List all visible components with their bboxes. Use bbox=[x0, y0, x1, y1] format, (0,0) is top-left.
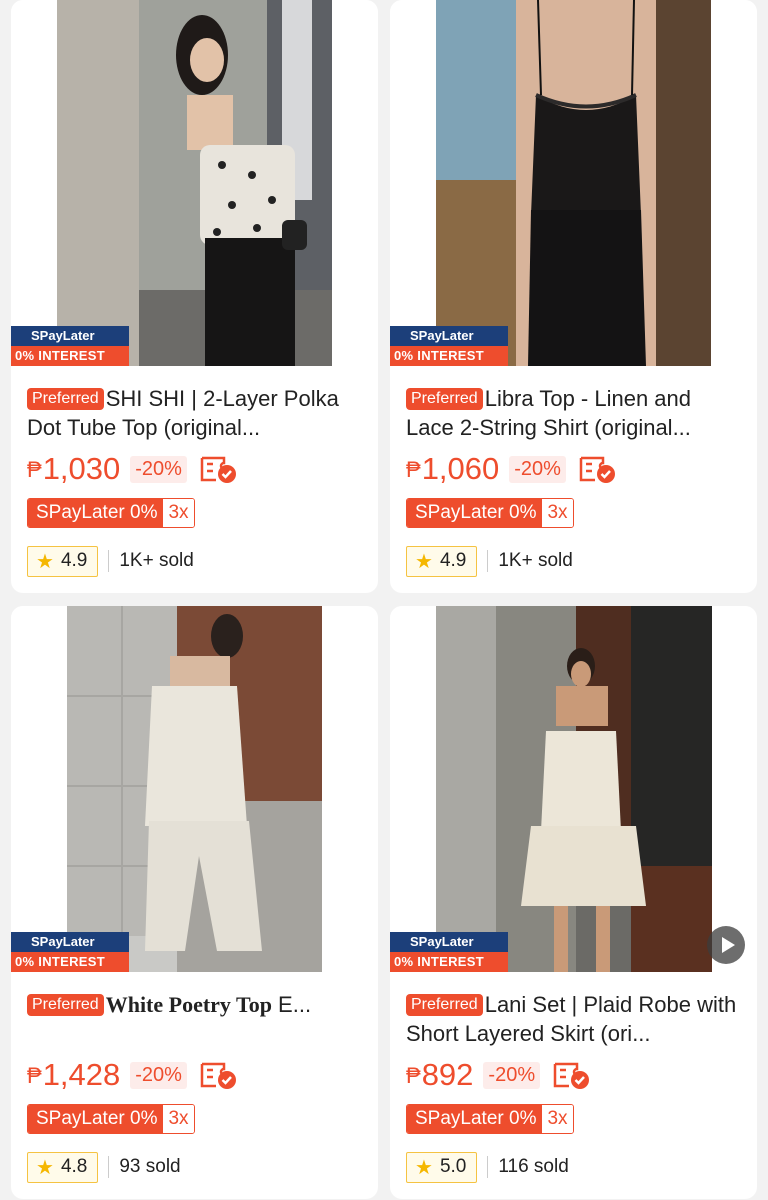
spaylater-badge: SPayLater 0% INTEREST bbox=[11, 326, 129, 366]
installment-count: 3x bbox=[163, 1105, 194, 1133]
discount-badge: -20% bbox=[483, 1061, 541, 1089]
sold-count: 1K+ sold bbox=[498, 550, 573, 571]
voucher-check-icon bbox=[578, 454, 618, 484]
rating-badge: ★ 5.0 bbox=[406, 1151, 478, 1183]
spaylater-badge: SPayLater 0% INTEREST bbox=[11, 932, 129, 972]
spaylater-installment-badge: SPayLater 0% 3x bbox=[27, 1104, 195, 1134]
star-icon: ★ bbox=[36, 1156, 54, 1179]
rating-value: 4.8 bbox=[60, 1156, 88, 1177]
spaylater-badge-label: SPayLater bbox=[390, 932, 508, 952]
product-image[interactable]: SPayLater 0% INTEREST bbox=[11, 0, 378, 366]
currency-symbol: ₱ bbox=[27, 1063, 42, 1088]
product-photo bbox=[436, 0, 711, 366]
spaylater-label: SPayLater 0% bbox=[28, 499, 164, 527]
rating-row: ★ 4.9 1K+ sold bbox=[406, 545, 573, 577]
sold-count: 116 sold bbox=[498, 1156, 569, 1177]
price: 1,030 bbox=[42, 451, 121, 486]
interest-badge-label: 0% INTEREST bbox=[11, 346, 129, 366]
spaylater-badge: SPayLater 0% INTEREST bbox=[390, 932, 508, 972]
sold-count: 1K+ sold bbox=[119, 550, 194, 571]
product-image[interactable]: SPayLater 0% INTEREST bbox=[390, 606, 757, 972]
divider bbox=[487, 550, 489, 572]
sold-count: 93 sold bbox=[119, 1156, 181, 1177]
product-title-serif: White Poetry Top bbox=[105, 992, 272, 1017]
price-row: ₱ 1,428 -20% bbox=[27, 1056, 239, 1094]
price: 1,428 bbox=[42, 1057, 121, 1092]
star-icon: ★ bbox=[36, 550, 54, 573]
rating-value: 5.0 bbox=[439, 1156, 467, 1177]
divider bbox=[108, 1156, 110, 1178]
price-row: ₱ 892 -20% bbox=[406, 1056, 592, 1094]
rating-row: ★ 4.8 93 sold bbox=[27, 1151, 181, 1183]
spaylater-badge: SPayLater 0% INTEREST bbox=[390, 326, 508, 366]
price-row: ₱ 1,030 -20% bbox=[27, 450, 239, 488]
product-title[interactable]: Preferred White Poetry Top E... bbox=[27, 990, 365, 1019]
spaylater-badge-label: SPayLater bbox=[390, 326, 508, 346]
product-card[interactable]: SPayLater 0% INTEREST Preferred Libra Top… bbox=[390, 0, 757, 593]
product-title-text: E... bbox=[271, 992, 312, 1017]
discount-badge: -20% bbox=[130, 1061, 187, 1089]
play-icon[interactable] bbox=[707, 926, 745, 964]
currency-symbol: ₱ bbox=[406, 1063, 421, 1088]
product-photo bbox=[67, 606, 322, 972]
spaylater-badge-label: SPayLater bbox=[11, 932, 129, 952]
preferred-tag: Preferred bbox=[27, 994, 104, 1016]
preferred-tag: Preferred bbox=[406, 388, 483, 410]
installment-count: 3x bbox=[542, 1105, 573, 1133]
spaylater-installment-badge: SPayLater 0% 3x bbox=[406, 1104, 574, 1134]
product-title[interactable]: Preferred Libra Top - Linen and Lace 2-St… bbox=[406, 384, 744, 442]
product-title[interactable]: Preferred SHI SHI | 2-Layer Polka Dot Tub… bbox=[27, 384, 365, 442]
product-photo bbox=[436, 606, 712, 972]
spaylater-badge-label: SPayLater bbox=[11, 326, 129, 346]
rating-row: ★ 5.0 116 sold bbox=[406, 1151, 569, 1183]
rating-value: 4.9 bbox=[60, 550, 88, 571]
rating-badge: ★ 4.9 bbox=[406, 545, 478, 577]
product-photo bbox=[57, 0, 332, 366]
installment-count: 3x bbox=[163, 499, 194, 527]
product-title[interactable]: Preferred Lani Set | Plaid Robe with Shor… bbox=[406, 990, 744, 1048]
divider bbox=[108, 550, 110, 572]
divider bbox=[487, 1156, 489, 1178]
voucher-check-icon bbox=[199, 454, 239, 484]
interest-badge-label: 0% INTEREST bbox=[11, 952, 129, 972]
spaylater-label: SPayLater 0% bbox=[407, 499, 543, 527]
product-card[interactable]: SPayLater 0% INTEREST Preferred Lani Set … bbox=[390, 606, 757, 1199]
spaylater-label: SPayLater 0% bbox=[407, 1105, 543, 1133]
rating-badge: ★ 4.8 bbox=[27, 1151, 99, 1183]
preferred-tag: Preferred bbox=[27, 388, 104, 410]
spaylater-label: SPayLater 0% bbox=[28, 1105, 164, 1133]
currency-symbol: ₱ bbox=[406, 457, 421, 482]
preferred-tag: Preferred bbox=[406, 994, 483, 1016]
product-image[interactable]: SPayLater 0% INTEREST bbox=[11, 606, 378, 972]
installment-count: 3x bbox=[542, 499, 573, 527]
interest-badge-label: 0% INTEREST bbox=[390, 346, 508, 366]
currency-symbol: ₱ bbox=[27, 457, 42, 482]
product-card[interactable]: SPayLater 0% INTEREST Preferred White Poe… bbox=[11, 606, 378, 1199]
star-icon: ★ bbox=[415, 550, 433, 573]
star-icon: ★ bbox=[415, 1156, 433, 1179]
voucher-check-icon bbox=[199, 1060, 239, 1090]
rating-value: 4.9 bbox=[439, 550, 467, 571]
price: 892 bbox=[421, 1057, 474, 1092]
interest-badge-label: 0% INTEREST bbox=[390, 952, 508, 972]
discount-badge: -20% bbox=[130, 455, 187, 483]
price: 1,060 bbox=[421, 451, 500, 486]
rating-badge: ★ 4.9 bbox=[27, 545, 99, 577]
price-row: ₱ 1,060 -20% bbox=[406, 450, 618, 488]
product-card[interactable]: SPayLater 0% INTEREST Preferred SHI SHI |… bbox=[11, 0, 378, 593]
discount-badge: -20% bbox=[509, 455, 566, 483]
product-image[interactable]: SPayLater 0% INTEREST bbox=[390, 0, 757, 366]
spaylater-installment-badge: SPayLater 0% 3x bbox=[27, 498, 195, 528]
spaylater-installment-badge: SPayLater 0% 3x bbox=[406, 498, 574, 528]
voucher-check-icon bbox=[552, 1060, 592, 1090]
rating-row: ★ 4.9 1K+ sold bbox=[27, 545, 194, 577]
